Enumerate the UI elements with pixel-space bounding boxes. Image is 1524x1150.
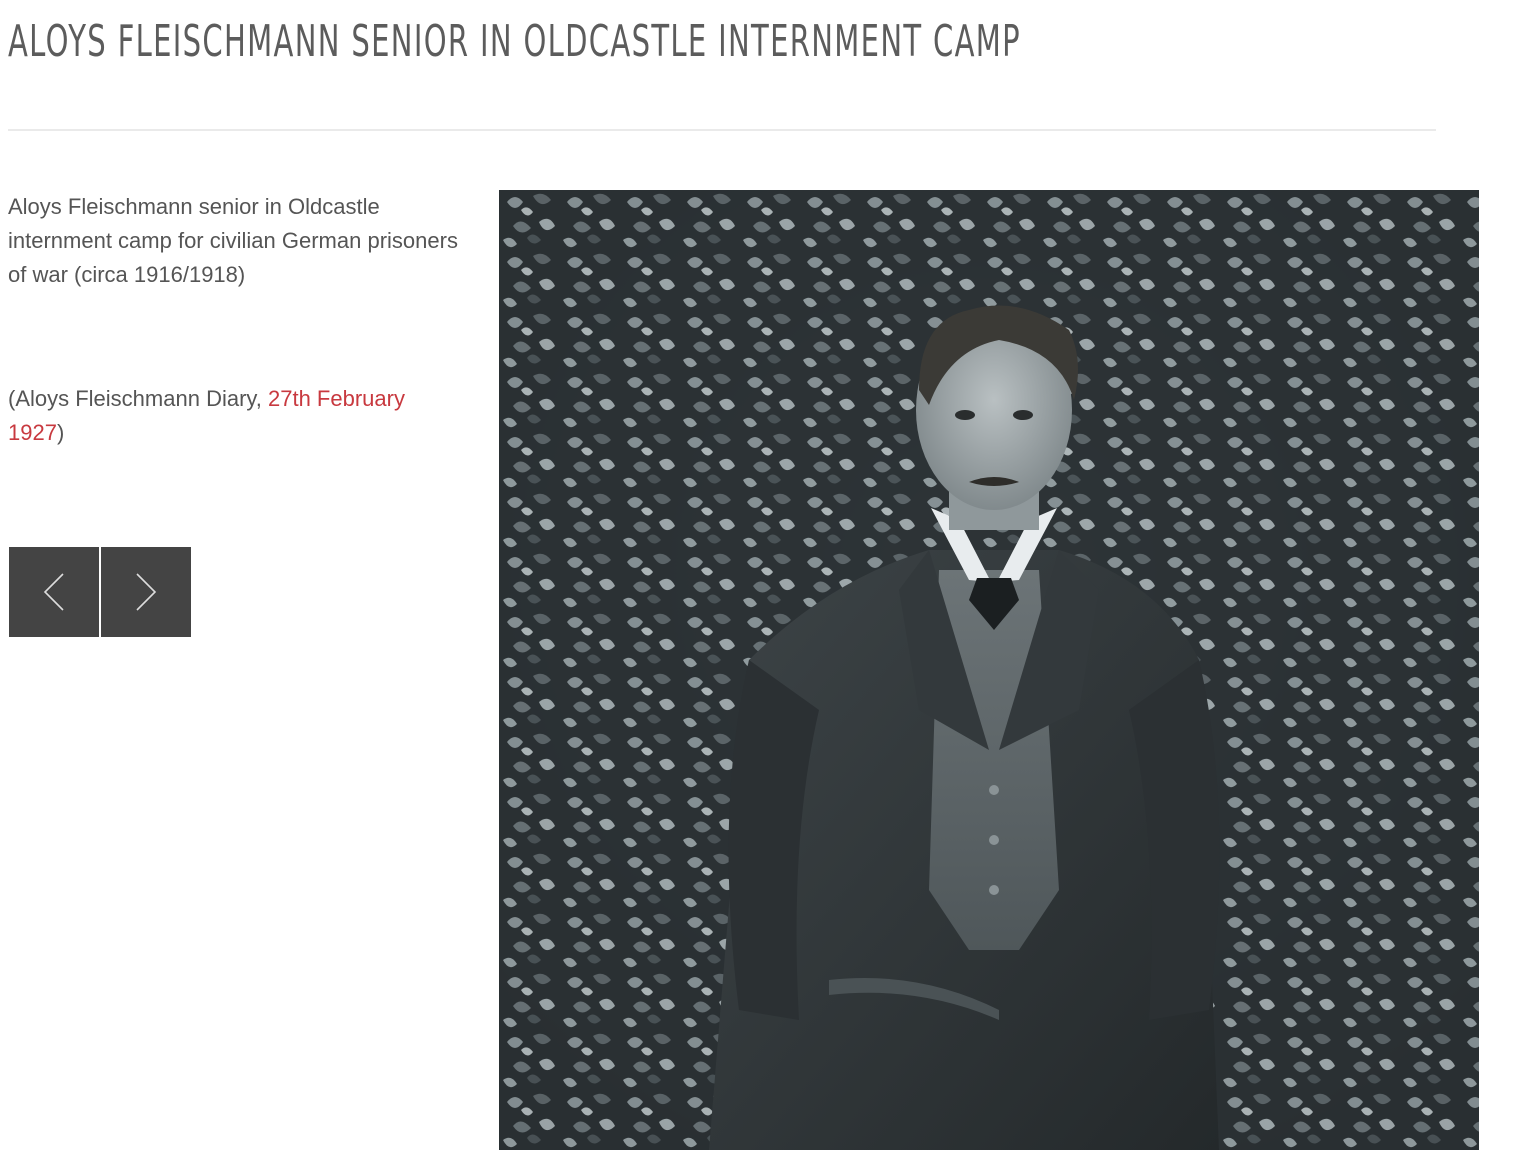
source-suffix: ) xyxy=(56,420,65,445)
main-photo xyxy=(499,190,1479,1150)
portrait-photograph xyxy=(499,190,1479,1150)
page-title: ALOYS FLEISCHMANN SENIOR IN OLDCASTLE IN… xyxy=(8,16,1021,67)
slideshow-navigation xyxy=(9,547,191,637)
chevron-right-icon xyxy=(136,573,157,611)
photo-caption: Aloys Fleischmann senior in Oldcastle in… xyxy=(8,194,458,287)
source-citation: (Aloys Fleischmann Diary, 27th February … xyxy=(8,382,458,450)
previous-button[interactable] xyxy=(9,547,99,637)
next-button[interactable] xyxy=(101,547,191,637)
chevron-left-icon xyxy=(43,573,64,611)
source-prefix: (Aloys Fleischmann Diary, xyxy=(8,386,268,411)
title-divider xyxy=(8,129,1436,131)
